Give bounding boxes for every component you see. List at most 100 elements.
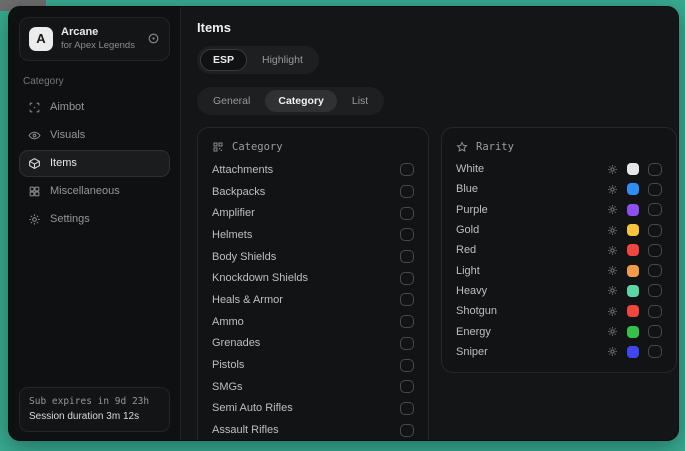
category-row: Pistols xyxy=(212,354,414,376)
category-label: Backpacks xyxy=(212,186,400,198)
category-row: Body Shields xyxy=(212,246,414,268)
sidebar-item-visuals[interactable]: Visuals xyxy=(19,122,170,149)
color-swatch[interactable] xyxy=(627,265,639,277)
color-swatch[interactable] xyxy=(627,244,639,256)
sidebar: A Arcane for Apex Legends Category Aimbo… xyxy=(9,7,181,440)
checkbox[interactable] xyxy=(648,163,662,176)
checkbox[interactable] xyxy=(648,183,662,196)
category-label: Pistols xyxy=(212,359,400,371)
category-label: Ammo xyxy=(212,316,400,328)
rarity-row: Blue xyxy=(456,179,662,199)
tab-list[interactable]: List xyxy=(339,90,381,112)
rarity-row: Shotgun xyxy=(456,301,662,321)
gear-icon[interactable] xyxy=(607,326,618,337)
gear-icon[interactable] xyxy=(607,346,618,357)
rarity-row: Heavy xyxy=(456,281,662,301)
category-label: Semi Auto Rifles xyxy=(212,402,400,414)
sidebar-item-aimbot[interactable]: Aimbot xyxy=(19,94,170,121)
checkbox[interactable] xyxy=(400,185,414,198)
rarity-row: Sniper xyxy=(456,342,662,362)
category-label: Grenades xyxy=(212,337,400,349)
checkbox[interactable] xyxy=(400,359,414,372)
color-swatch[interactable] xyxy=(627,183,639,195)
color-swatch[interactable] xyxy=(627,305,639,317)
category-row: Ammo xyxy=(212,311,414,333)
rarity-label: Gold xyxy=(456,224,607,236)
checkbox[interactable] xyxy=(648,203,662,216)
brand-title: Arcane xyxy=(61,26,135,40)
checkbox[interactable] xyxy=(400,380,414,393)
tab-esp[interactable]: ESP xyxy=(200,49,247,71)
rarity-label: Purple xyxy=(456,204,607,216)
checkbox[interactable] xyxy=(648,224,662,237)
color-swatch[interactable] xyxy=(627,346,639,358)
checkbox[interactable] xyxy=(400,163,414,176)
color-swatch[interactable] xyxy=(627,285,639,297)
checkbox[interactable] xyxy=(400,293,414,306)
eye-icon xyxy=(28,129,41,142)
sub-expiry-text: Sub expires in 9d 23h xyxy=(29,395,160,409)
sidebar-item-items[interactable]: Items xyxy=(19,150,170,177)
disc-icon[interactable] xyxy=(147,32,160,45)
category-label: Attachments xyxy=(212,164,400,176)
color-swatch[interactable] xyxy=(627,204,639,216)
gear-icon[interactable] xyxy=(607,164,618,175)
gear-icon[interactable] xyxy=(607,245,618,256)
category-row: Semi Auto Rifles xyxy=(212,398,414,420)
view-tab-group: General Category List xyxy=(197,87,384,115)
gear-icon[interactable] xyxy=(607,285,618,296)
gear-icon[interactable] xyxy=(607,306,618,317)
checkbox[interactable] xyxy=(400,207,414,220)
star-icon xyxy=(456,141,468,153)
checkbox[interactable] xyxy=(648,305,662,318)
rarity-row: Light xyxy=(456,260,662,280)
checkbox[interactable] xyxy=(648,244,662,257)
category-label: Helmets xyxy=(212,229,400,241)
category-row: Grenades xyxy=(212,333,414,355)
category-row: Heals & Armor xyxy=(212,289,414,311)
sidebar-item-label: Visuals xyxy=(50,129,85,141)
gear-icon xyxy=(28,213,41,226)
checkbox[interactable] xyxy=(648,325,662,338)
sidebar-item-settings[interactable]: Settings xyxy=(19,206,170,233)
category-row: Amplifier xyxy=(212,202,414,224)
checkbox[interactable] xyxy=(400,272,414,285)
mode-tab-group: ESP Highlight xyxy=(197,46,319,74)
color-swatch[interactable] xyxy=(627,163,639,175)
gear-icon[interactable] xyxy=(607,184,618,195)
qr-grid-icon xyxy=(212,141,224,153)
sidebar-item-label: Miscellaneous xyxy=(50,185,120,197)
rarity-label: Blue xyxy=(456,183,607,195)
rarity-label: Heavy xyxy=(456,285,607,297)
sidebar-item-miscellaneous[interactable]: Miscellaneous xyxy=(19,178,170,205)
checkbox[interactable] xyxy=(400,228,414,241)
category-row: Helmets xyxy=(212,224,414,246)
checkbox[interactable] xyxy=(400,402,414,415)
color-swatch[interactable] xyxy=(627,326,639,338)
rarity-row: Red xyxy=(456,240,662,260)
checkbox[interactable] xyxy=(400,424,414,437)
checkbox[interactable] xyxy=(648,345,662,358)
tab-category[interactable]: Category xyxy=(265,90,337,112)
category-row: Backpacks xyxy=(212,181,414,203)
category-panel: Category Attachments Backpacks Amplifier… xyxy=(197,127,429,441)
color-swatch[interactable] xyxy=(627,224,639,236)
category-label: Body Shields xyxy=(212,251,400,263)
checkbox[interactable] xyxy=(400,315,414,328)
category-row: Knockdown Shields xyxy=(212,267,414,289)
checkbox[interactable] xyxy=(400,337,414,350)
gear-icon[interactable] xyxy=(607,265,618,276)
tab-general[interactable]: General xyxy=(200,90,263,112)
category-label: Assault Rifles xyxy=(212,424,400,436)
category-label: SMGs xyxy=(212,381,400,393)
gear-icon[interactable] xyxy=(607,225,618,236)
category-label: Heals & Armor xyxy=(212,294,400,306)
checkbox[interactable] xyxy=(400,250,414,263)
gear-icon[interactable] xyxy=(607,204,618,215)
rarity-row: White xyxy=(456,159,662,179)
checkbox[interactable] xyxy=(648,284,662,297)
arcane-window: A Arcane for Apex Legends Category Aimbo… xyxy=(8,6,679,441)
rarity-label: Red xyxy=(456,244,607,256)
checkbox[interactable] xyxy=(648,264,662,277)
tab-highlight[interactable]: Highlight xyxy=(249,49,316,71)
